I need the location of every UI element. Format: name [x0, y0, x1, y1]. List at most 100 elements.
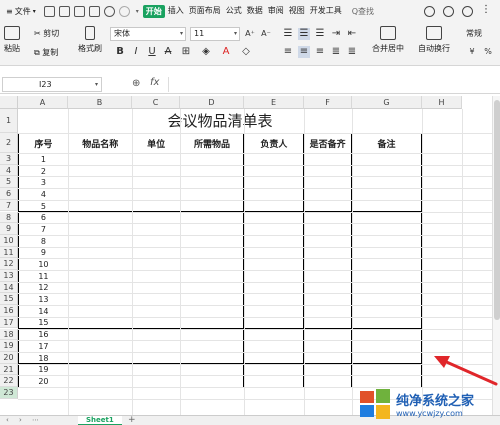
- italic-icon[interactable]: I: [130, 46, 142, 58]
- table-cell[interactable]: [351, 153, 422, 166]
- serial-cell[interactable]: 3: [18, 176, 69, 190]
- table-cell[interactable]: [303, 375, 353, 388]
- table-cell[interactable]: [243, 304, 305, 318]
- table-cell[interactable]: [179, 234, 245, 248]
- table-cell[interactable]: [303, 176, 353, 190]
- table-cell[interactable]: [243, 234, 305, 248]
- table-cell[interactable]: [67, 164, 133, 178]
- table-cell[interactable]: [351, 246, 422, 260]
- table-cell[interactable]: [131, 211, 181, 225]
- table-cell[interactable]: [179, 258, 245, 271]
- table-cell[interactable]: [243, 164, 305, 178]
- row-header-5[interactable]: 5: [0, 176, 18, 189]
- table-cell[interactable]: [303, 293, 353, 306]
- table-cell[interactable]: [131, 293, 181, 306]
- table-cell[interactable]: [303, 328, 353, 341]
- table-cell[interactable]: [243, 375, 305, 388]
- cut-button[interactable]: ✂ 剪切: [34, 28, 59, 39]
- serial-cell[interactable]: 17: [18, 340, 69, 353]
- table-cell[interactable]: [303, 223, 353, 236]
- select-all-corner[interactable]: [0, 96, 18, 109]
- tab-4[interactable]: 数据: [245, 5, 265, 18]
- cloud-icon[interactable]: [424, 5, 435, 17]
- serial-cell[interactable]: 18: [18, 351, 69, 365]
- column-title-6[interactable]: 备注: [351, 133, 422, 154]
- column-title-3[interactable]: 所需物品: [179, 133, 245, 154]
- table-cell[interactable]: [179, 188, 245, 201]
- table-cell[interactable]: [67, 340, 133, 353]
- table-cell[interactable]: [243, 258, 305, 271]
- serial-cell[interactable]: 15: [18, 316, 69, 330]
- row-header-17[interactable]: 17: [0, 316, 18, 329]
- column-header-b[interactable]: B: [68, 96, 132, 109]
- underline-icon[interactable]: U: [146, 46, 158, 58]
- merge-center-button[interactable]: 合并居中: [372, 26, 404, 54]
- row-header-10[interactable]: 10: [0, 234, 18, 247]
- table-cell[interactable]: [179, 269, 245, 283]
- table-cell[interactable]: [179, 199, 245, 213]
- table-cell[interactable]: [243, 188, 305, 201]
- table-cell[interactable]: [179, 281, 245, 295]
- table-cell[interactable]: [351, 188, 422, 201]
- row-header-20[interactable]: 20: [0, 351, 18, 364]
- serial-cell[interactable]: 4: [18, 188, 69, 201]
- table-cell[interactable]: [179, 176, 245, 190]
- table-cell[interactable]: [67, 246, 133, 260]
- table-cell[interactable]: [67, 304, 133, 318]
- serial-cell[interactable]: 2: [18, 164, 69, 178]
- more-icon[interactable]: ▾: [136, 8, 139, 15]
- paste-button[interactable]: 粘贴: [4, 26, 20, 54]
- percent-icon[interactable]: %: [482, 46, 494, 58]
- tab-1[interactable]: 插入: [166, 5, 186, 18]
- clear-format-icon[interactable]: ◇: [240, 46, 252, 58]
- sheet-nav-icons[interactable]: ‹ › ⋯: [6, 416, 43, 424]
- file-menu[interactable]: ≡ 文件 ▾: [6, 6, 36, 17]
- table-cell[interactable]: [131, 269, 181, 283]
- table-cell[interactable]: [179, 223, 245, 236]
- table-cell[interactable]: [67, 223, 133, 236]
- table-cell[interactable]: [67, 258, 133, 271]
- row-header-11[interactable]: 11: [0, 246, 18, 259]
- fill-color-icon[interactable]: ◈: [200, 46, 212, 58]
- export-icon[interactable]: [58, 5, 70, 17]
- table-cell[interactable]: [303, 153, 353, 166]
- table-cell[interactable]: [131, 188, 181, 201]
- table-cell[interactable]: [131, 351, 181, 365]
- table-cell[interactable]: [243, 246, 305, 260]
- column-title-0[interactable]: 序号: [18, 133, 69, 154]
- table-cell[interactable]: [67, 188, 133, 201]
- font-size-select[interactable]: 11 ▾: [190, 27, 240, 41]
- table-cell[interactable]: [131, 153, 181, 166]
- table-cell[interactable]: [131, 234, 181, 248]
- row-header-13[interactable]: 13: [0, 270, 18, 282]
- align-right-icon[interactable]: ≡: [314, 46, 326, 58]
- row-header-23[interactable]: 23: [0, 387, 18, 399]
- serial-cell[interactable]: 19: [18, 363, 69, 377]
- table-cell[interactable]: [67, 211, 133, 225]
- column-title-1[interactable]: 物品名称: [67, 133, 133, 154]
- align-bottom-icon[interactable]: ☰: [314, 28, 326, 40]
- table-cell[interactable]: [131, 258, 181, 271]
- preview-icon[interactable]: [88, 5, 100, 17]
- serial-cell[interactable]: 11: [18, 269, 69, 283]
- table-cell[interactable]: [303, 340, 353, 353]
- table-cell[interactable]: [131, 223, 181, 236]
- serial-cell[interactable]: 13: [18, 293, 69, 306]
- search-box[interactable]: Q查找: [352, 6, 374, 17]
- table-cell[interactable]: [67, 269, 133, 283]
- spreadsheet-grid[interactable]: ABCDEFGH 1 2 3 4 5 6 7 8 9 10 11 12 13 14 15 16 17 18 19 20…: [0, 96, 500, 415]
- shrink-font-icon[interactable]: A⁻: [260, 28, 272, 40]
- serial-cell[interactable]: 20: [18, 375, 69, 388]
- table-cell[interactable]: [131, 176, 181, 190]
- table-cell[interactable]: [351, 281, 422, 295]
- column-header-g[interactable]: G: [352, 96, 422, 109]
- add-sheet-icon[interactable]: +: [128, 415, 136, 425]
- number-format-select[interactable]: 常规: [466, 28, 482, 39]
- table-cell[interactable]: [303, 164, 353, 178]
- column-title-5[interactable]: 是否备齐: [303, 133, 353, 154]
- table-cell[interactable]: [131, 199, 181, 213]
- table-cell[interactable]: [131, 316, 181, 330]
- row-header-12[interactable]: 12: [0, 258, 18, 270]
- table-cell[interactable]: [179, 351, 245, 365]
- table-cell[interactable]: [179, 293, 245, 306]
